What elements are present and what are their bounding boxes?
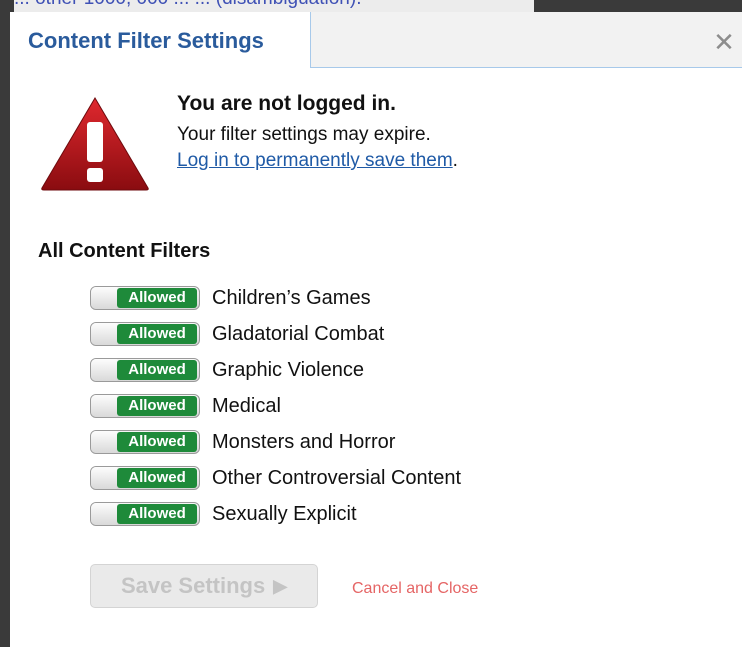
filter-row-other-controversial-content: Allowed Other Controversial Content [90, 460, 461, 496]
filter-toggle[interactable]: Allowed [90, 430, 200, 454]
toggle-state-label: Allowed [117, 504, 197, 524]
toggle-knob [91, 503, 117, 525]
dialog-title-tab: Content Filter Settings [10, 12, 311, 68]
filter-row-graphic-violence: Allowed Graphic Violence [90, 352, 461, 388]
save-settings-button[interactable]: Save Settings ▶ [90, 564, 318, 608]
save-settings-label: Save Settings [120, 573, 266, 598]
toggle-state-label: Allowed [117, 468, 197, 488]
play-arrow-icon: ▶ [273, 575, 288, 596]
filter-name: Other Controversial Content [212, 466, 462, 489]
filter-toggle[interactable]: Allowed [90, 286, 200, 310]
filter-row-medical: Allowed Medical [90, 388, 461, 424]
filter-row-childrens-games: Allowed Children’s Games [90, 280, 461, 316]
toggle-knob [91, 431, 117, 453]
filter-row-sexually-explicit: Allowed Sexually Explicit [90, 496, 461, 532]
cancel-and-close-link[interactable]: Cancel and Close [352, 580, 478, 598]
dialog-title: Content Filter Settings [28, 28, 264, 53]
filter-row-monsters-and-horror: Allowed Monsters and Horror [90, 424, 461, 460]
filter-name: Gladatorial Combat [212, 322, 385, 345]
filter-toggle[interactable]: Allowed [90, 502, 200, 526]
filter-toggle[interactable]: Allowed [90, 394, 200, 418]
login-notice: You are not logged in. Your filter setti… [177, 92, 458, 176]
toggle-state-label: Allowed [117, 360, 197, 380]
toggle-knob [91, 323, 117, 345]
filter-toggle[interactable]: Allowed [90, 466, 200, 490]
filter-list: Allowed Children’s Games Allowed Gladato… [90, 280, 461, 532]
background-page-text: ... other 1000, 000 ... ... (disambiguat… [14, 0, 534, 12]
notice-message: Your filter settings may expire. [177, 124, 431, 145]
content-filter-dialog: Content Filter Settings ✕ You are not lo… [10, 12, 742, 647]
toggle-knob [91, 395, 117, 417]
filter-name: Sexually Explicit [212, 502, 357, 525]
filter-name: Monsters and Horror [212, 430, 396, 453]
filter-toggle[interactable]: Allowed [90, 322, 200, 346]
notice-link-line: Log in to permanently save them. [177, 150, 458, 172]
login-link[interactable]: Log in to permanently save them [177, 150, 453, 171]
login-link-suffix: . [452, 150, 458, 171]
filter-name: Graphic Violence [212, 358, 364, 381]
toggle-state-label: Allowed [117, 396, 197, 416]
notice-heading: You are not logged in. [177, 92, 396, 115]
filter-name: Children’s Games [212, 286, 371, 309]
close-button[interactable]: ✕ [712, 29, 736, 55]
toggle-state-label: Allowed [117, 432, 197, 452]
toggle-knob [91, 287, 117, 309]
toggle-state-label: Allowed [117, 288, 197, 308]
toggle-knob [91, 359, 117, 381]
filters-heading: All Content Filters [38, 240, 211, 262]
filter-toggle[interactable]: Allowed [90, 358, 200, 382]
warning-triangle-icon [41, 97, 149, 191]
filter-row-gladatorial-combat: Allowed Gladatorial Combat [90, 316, 461, 352]
toggle-state-label: Allowed [117, 324, 197, 344]
filter-name: Medical [212, 394, 281, 417]
dialog-titlebar: Content Filter Settings ✕ [10, 12, 742, 68]
toggle-knob [91, 467, 117, 489]
